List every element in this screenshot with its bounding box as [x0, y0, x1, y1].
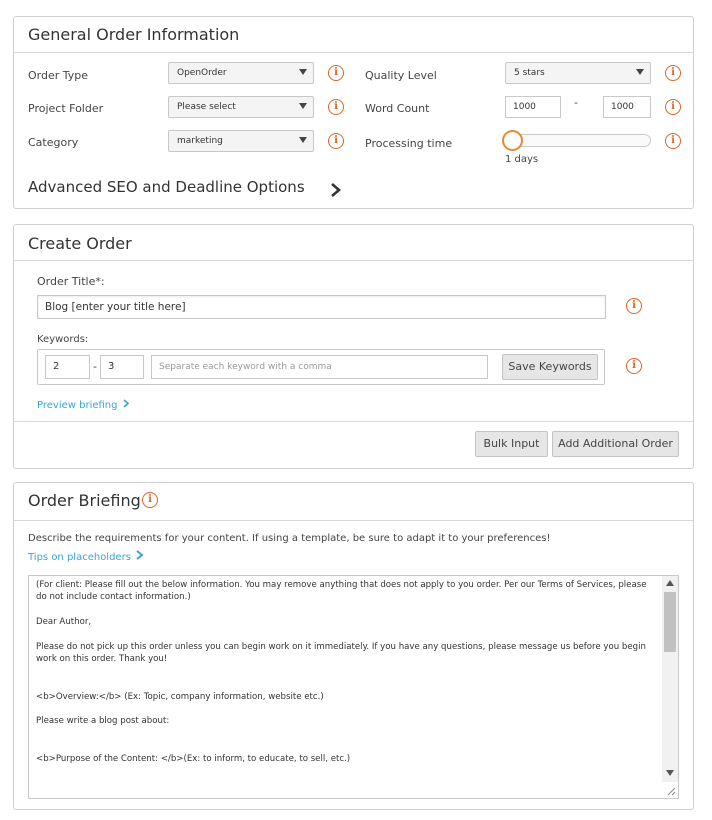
category-value: marketing — [177, 136, 223, 146]
briefing-line: (For client: Please fill out the below i… — [36, 580, 647, 590]
word-count-max-input[interactable]: 1000 — [603, 96, 651, 118]
general-order-panel: General Order Information Order Type Ope… — [13, 16, 694, 209]
briefing-line: Dear Author, — [36, 617, 92, 628]
order-briefing-title: Order Briefing — [28, 491, 141, 510]
slider-handle[interactable] — [502, 130, 523, 151]
processing-time-value: 1 days — [505, 154, 539, 165]
order-title-label: Order Title*: — [37, 275, 105, 288]
info-icon[interactable]: i — [665, 65, 681, 81]
tips-placeholders-link[interactable]: Tips on placeholders — [28, 550, 144, 563]
advanced-options-toggle[interactable]: Advanced SEO and Deadline Options — [28, 178, 348, 200]
briefing-line: <b>Overview:</b> (Ex: Topic, company inf… — [36, 691, 324, 702]
briefing-line — [36, 629, 656, 641]
project-folder-value: Please select — [177, 102, 236, 112]
divider — [14, 260, 693, 261]
order-type-select[interactable]: OpenOrder — [168, 62, 314, 84]
advanced-options-label: Advanced SEO and Deadline Options — [28, 178, 305, 196]
chevron-right-icon — [123, 399, 129, 408]
keywords-input[interactable]: Separate each keyword with a comma — [151, 355, 488, 379]
info-icon[interactable]: i — [626, 358, 642, 374]
bulk-input-button[interactable]: Bulk Input — [475, 431, 548, 457]
keywords-label: Keywords: — [37, 334, 89, 345]
briefing-line — [36, 703, 656, 715]
info-icon[interactable]: i — [665, 133, 681, 149]
divider — [14, 421, 693, 422]
project-folder-select[interactable]: Please select — [168, 96, 314, 118]
briefing-line: Please write a blog post about: — [36, 716, 170, 727]
processing-time-label: Processing time — [365, 137, 453, 150]
quality-level-value: 5 stars — [514, 68, 545, 78]
keywords-group: 2 - 3 Separate each keyword with a comma… — [37, 349, 605, 385]
order-briefing-panel: Order Briefing i Describe the requiremen… — [13, 482, 694, 810]
preview-briefing-label: Preview briefing — [37, 400, 118, 411]
chevron-down-icon — [299, 137, 307, 143]
briefing-scrollbar[interactable] — [662, 576, 678, 782]
chevron-right-icon — [331, 183, 341, 197]
preview-briefing-link[interactable]: Preview briefing — [37, 399, 130, 411]
tips-placeholders-label: Tips on placeholders — [28, 552, 131, 563]
info-icon[interactable]: i — [142, 492, 158, 508]
divider — [14, 520, 693, 521]
briefing-description: Describe the requirements for your conte… — [28, 533, 551, 544]
quality-level-label: Quality Level — [365, 69, 437, 82]
scroll-down-icon[interactable] — [666, 770, 674, 776]
info-icon[interactable]: i — [328, 65, 344, 81]
chevron-down-icon — [299, 69, 307, 75]
info-icon[interactable]: i — [328, 133, 344, 149]
chevron-down-icon — [299, 103, 307, 109]
divider — [14, 52, 693, 53]
order-title-input[interactable]: Blog [enter your title here] — [37, 295, 606, 319]
save-keywords-button[interactable]: Save Keywords — [502, 354, 598, 380]
quality-level-select[interactable]: 5 stars — [505, 62, 651, 84]
resize-handle-icon[interactable] — [666, 786, 676, 796]
create-order-panel: Create Order Order Title*: Blog [enter y… — [13, 224, 694, 469]
briefing-text: (For client: Please fill out the below i… — [36, 579, 656, 765]
briefing-line — [36, 604, 656, 616]
briefing-line: work on this order. Thank you! — [36, 654, 168, 665]
project-folder-label: Project Folder — [28, 102, 104, 115]
word-count-label: Word Count — [365, 102, 430, 115]
briefing-line — [36, 666, 656, 678]
briefing-line: <b>Purpose of the Content: </b>(Ex: to i… — [36, 753, 351, 764]
chevron-right-icon — [136, 550, 144, 560]
info-icon[interactable]: i — [626, 298, 642, 314]
processing-time-slider[interactable] — [505, 134, 651, 147]
category-label: Category — [28, 136, 79, 149]
briefing-line: do not include contact information.) — [36, 592, 191, 603]
scroll-up-icon[interactable] — [666, 580, 674, 586]
create-order-title: Create Order — [28, 234, 132, 253]
briefing-line — [36, 740, 656, 752]
keyword-min-input[interactable]: 2 — [45, 355, 90, 379]
briefing-line — [36, 678, 656, 690]
keyword-separator: - — [93, 360, 97, 373]
keyword-max-input[interactable]: 3 — [100, 355, 144, 379]
order-type-value: OpenOrder — [177, 68, 227, 78]
word-count-separator: - — [574, 96, 578, 109]
info-icon[interactable]: i — [328, 99, 344, 115]
word-count-min-input[interactable]: 1000 — [505, 96, 561, 118]
general-order-title: General Order Information — [28, 25, 240, 44]
category-select[interactable]: marketing — [168, 130, 314, 152]
briefing-textarea[interactable]: (For client: Please fill out the below i… — [28, 575, 679, 799]
chevron-down-icon — [636, 69, 644, 75]
info-icon[interactable]: i — [665, 99, 681, 115]
order-type-label: Order Type — [28, 69, 89, 82]
briefing-line — [36, 728, 656, 740]
briefing-line: Please do not pick up this order unless … — [36, 642, 646, 653]
add-additional-order-button[interactable]: Add Additional Order — [552, 431, 679, 457]
scrollbar-thumb[interactable] — [664, 592, 676, 652]
